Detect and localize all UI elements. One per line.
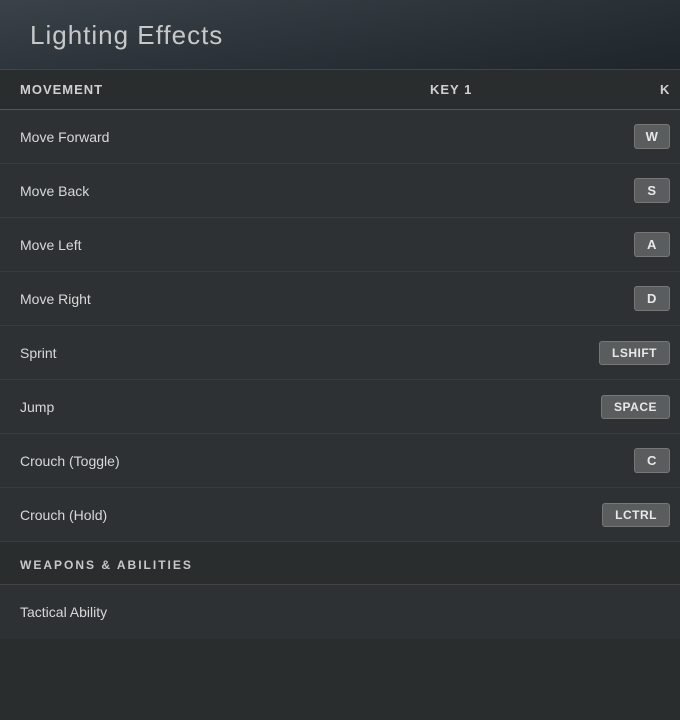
action-label: Move Right — [20, 291, 450, 307]
column-header-action: MOVEMENT — [20, 82, 430, 97]
table-row[interactable]: Move Left A — [0, 218, 680, 272]
key1-cell[interactable]: W — [450, 124, 680, 149]
key1-cell[interactable]: S — [450, 178, 680, 203]
action-label: Tactical Ability — [20, 604, 450, 620]
key-badge[interactable]: LCTRL — [602, 503, 670, 527]
key-badge[interactable]: LSHIFT — [599, 341, 670, 365]
key1-cell[interactable]: LCTRL — [450, 503, 680, 527]
key-badge[interactable]: C — [634, 448, 670, 473]
table-row[interactable]: Move Back S — [0, 164, 680, 218]
key1-cell[interactable]: C — [450, 448, 680, 473]
table-row[interactable]: Sprint LSHIFT — [0, 326, 680, 380]
action-label: Move Back — [20, 183, 450, 199]
section-label: WEAPONS & ABILITIES — [20, 558, 193, 572]
table-row[interactable]: Tactical Ability — [0, 585, 680, 639]
page-title: Lighting Effects — [30, 20, 650, 51]
table-row[interactable]: Move Forward W — [0, 110, 680, 164]
key1-cell[interactable]: A — [450, 232, 680, 257]
header: Lighting Effects — [0, 0, 680, 70]
table-row[interactable]: Crouch (Hold) LCTRL — [0, 488, 680, 542]
table-row[interactable]: Crouch (Toggle) C — [0, 434, 680, 488]
action-label: Jump — [20, 399, 450, 415]
column-header-key2: K — [660, 82, 680, 97]
action-label: Crouch (Hold) — [20, 507, 450, 523]
action-label: Move Left — [20, 237, 450, 253]
key-badge[interactable]: D — [634, 286, 670, 311]
section-header-weapons: WEAPONS & ABILITIES — [0, 542, 680, 585]
table-row[interactable]: Jump SPACE — [0, 380, 680, 434]
content-area: MOVEMENT KEY 1 K Move Forward W Move Bac… — [0, 70, 680, 639]
column-header-key1: KEY 1 — [430, 82, 660, 97]
key1-cell[interactable]: D — [450, 286, 680, 311]
table-header: MOVEMENT KEY 1 K — [0, 70, 680, 110]
action-label: Sprint — [20, 345, 450, 361]
action-label: Move Forward — [20, 129, 450, 145]
key-badge[interactable]: A — [634, 232, 670, 257]
key-badge[interactable]: SPACE — [601, 395, 670, 419]
key-badge[interactable]: S — [634, 178, 670, 203]
key-badge[interactable]: W — [634, 124, 670, 149]
action-label: Crouch (Toggle) — [20, 453, 450, 469]
key1-cell[interactable]: LSHIFT — [450, 341, 680, 365]
key1-cell[interactable]: SPACE — [450, 395, 680, 419]
table-row[interactable]: Move Right D — [0, 272, 680, 326]
